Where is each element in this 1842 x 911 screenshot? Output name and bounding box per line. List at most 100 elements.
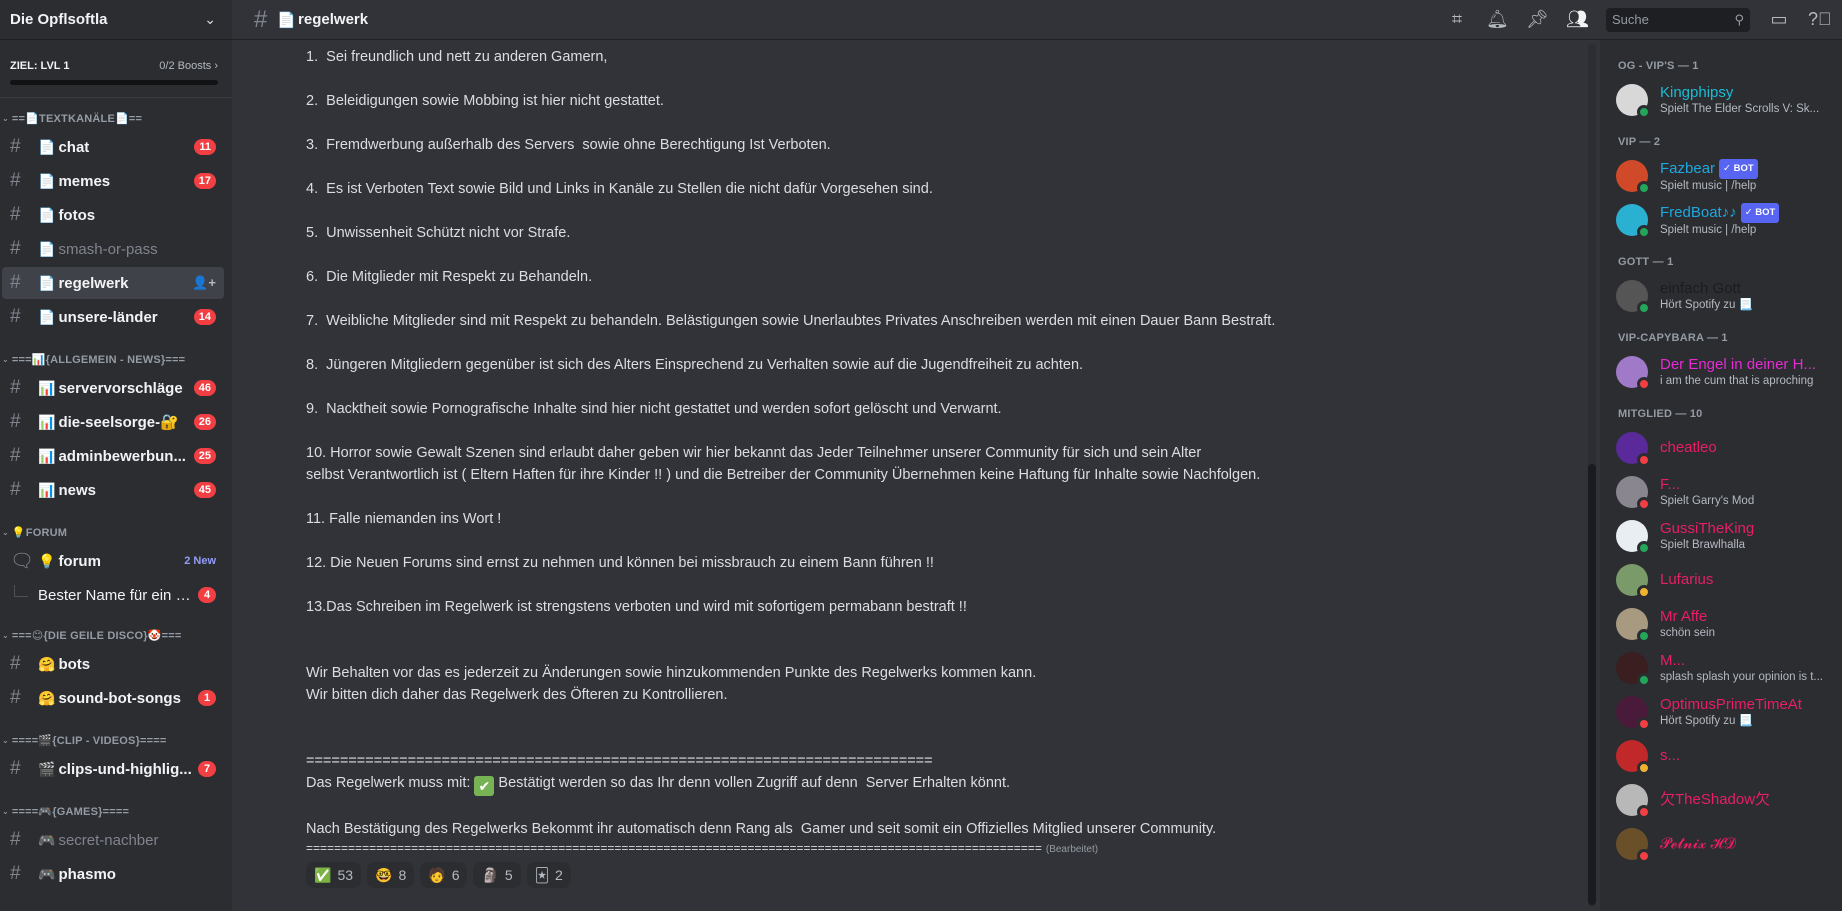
main-content: # 📄 regelwerk ⌗ 🔔︎ 📌︎ 👥︎ ⚲ ▭ ?⃝ 1. Sei f… [232,0,1842,911]
channel-fotos[interactable]: # 📄 fotos [2,199,224,231]
member-item[interactable]: Der Engel in deiner H... i am the cum tha… [1616,350,1834,394]
bell-icon[interactable]: 🔔︎ [1486,9,1509,30]
member-item[interactable]: 欠TheShadow欠 [1616,778,1834,822]
add-member-icon[interactable]: 👤+ [192,275,216,291]
channel-name: chat [58,138,90,156]
member-list: OG - VIP'S — 1 Kingphipsy Spielt The Elder… [1600,40,1842,911]
member-info: FredBoat♪♪ ✓ BOT Spielt music | /help [1660,202,1834,238]
member-name: einfach Gott [1660,280,1834,298]
category-header[interactable]: ⌄ 💡FORUM [0,508,224,543]
member-item[interactable]: OptimusPrimeTimeAt Hört Spotify zu 📃 [1616,690,1834,734]
avatar [1616,828,1651,863]
help-icon[interactable]: ?⃝ [1808,9,1832,30]
boost-progress[interactable]: ZIEL: LVL 1 0/2 Boosts › [0,40,232,98]
member-activity: schön sein [1660,626,1715,639]
member-item[interactable]: Kingphipsy Spielt The Elder Scrolls V: Sk… [1616,78,1834,122]
scrollbar-thumb[interactable] [1588,464,1596,905]
category-label: ====🎬{CLIP - VIDEOS}==== [11,735,167,747]
status-dnd-icon [1637,805,1651,819]
member-item[interactable]: einfach Gott Hört Spotify zu 📃 [1616,274,1834,318]
member-item[interactable]: s... [1616,734,1834,778]
channel-clips-und-highlig[interactable]: # 🎬 clips-und-highlig... 7 [2,753,224,785]
channel-sound-bot-songs[interactable]: # 🤗 sound-bot-songs 1 [2,682,224,714]
mention-badge: 4 [198,587,216,603]
channel-phasmo[interactable]: # 🎮 phasmo [2,858,224,890]
reaction-button[interactable]: ✅ 53 [306,862,362,888]
member-name: OptimusPrimeTimeAt [1660,696,1834,714]
channel-adminbewerbun[interactable]: # 📊 adminbewerbun... 25 [2,440,224,472]
boost-count[interactable]: 0/2 Boosts › [159,60,218,72]
channel-regelwerk[interactable]: # 📄 regelwerk 👤+ [2,267,224,299]
discord-app: Die Opflsoftla ⌄ ZIEL: LVL 1 0/2 Boosts … [0,0,1842,911]
channel-name: news [58,481,96,499]
channel-news[interactable]: # 📊 news 45 [2,474,224,506]
channel-forum[interactable]: 🗨︎ 💡 forum 2 New [2,545,224,577]
status-online-icon [1637,673,1651,687]
forum-thread[interactable]: Bester Name für ein B... 4 [0,579,224,611]
member-name-text: M... [1660,651,1685,669]
reaction-button[interactable]: 🗿 5 [473,862,521,888]
search-input[interactable] [1612,12,1722,27]
member-name-text: Mr Affe [1660,607,1708,625]
category-header[interactable]: ⌄ ===😊{DIE GEILE DISCO}🤡=== [0,611,224,646]
reaction-button[interactable]: 🧑 6 [420,862,468,888]
channel-unsere-länder[interactable]: # 📄 unsere-länder 14 [2,301,224,333]
channel-die-seelsorge-[interactable]: # 📊 die-seelsorge-🔐 26 [2,406,224,438]
edited-label: (Bearbeitet) [1045,844,1099,855]
channel-name: phasmo [58,865,116,883]
member-item[interactable]: Fazbear ✓ BOT Spielt music | /help [1616,154,1834,198]
channel-title: regelwerk [298,11,369,28]
search-icon[interactable]: ⚲ [1734,12,1744,28]
reaction-button[interactable]: 🤓 8 [367,862,415,888]
member-item[interactable]: Mr Affe schön sein [1616,602,1834,646]
channel-chat[interactable]: # 📄 chat 11 [2,131,224,163]
channel-name: sound-bot-songs [58,689,181,707]
member-item[interactable]: Lufarius [1616,558,1834,602]
member-item[interactable]: FredBoat♪♪ ✓ BOT Spielt music | /help [1616,198,1834,242]
scrollbar[interactable] [1588,44,1596,907]
inbox-icon[interactable]: ▭ [1768,9,1790,30]
member-info: Lufarius [1660,571,1834,589]
member-group-header: VIP — 2 [1618,136,1661,148]
message-line: 9. Nacktheit sowie Pornografische Inhalt… [306,401,1002,417]
channel-bots[interactable]: # 🤗 bots [2,648,224,680]
member-info: Mr Affe schön sein [1660,608,1834,641]
category-header[interactable]: ⌄ ====🎮{GAMES}==== [0,787,224,822]
channel-emoji: 📊 [38,447,56,464]
category-header[interactable]: ⌄ ====🎬{CLIP - VIDEOS}==== [0,716,224,751]
member-name-text: Kingphipsy [1660,83,1734,101]
member-item[interactable]: M... splash splash your opinion is t... [1616,646,1834,690]
member-activity: Spielt Garry's Mod [1660,494,1755,507]
channel-emoji: 💡 [38,552,56,569]
category-header[interactable]: ⌄ ===📊{ALLGEMEIN - NEWS}=== [0,335,224,370]
channel-servervorschläge[interactable]: # 📊 servervorschläge 46 [2,372,224,404]
channel-emoji: 📄 [38,308,56,325]
pin-icon[interactable]: 📌︎ [1526,9,1549,30]
text-channel-icon: # [10,758,21,779]
channel-memes[interactable]: # 📄 memes 17 [2,165,224,197]
chevron-down-icon[interactable]: ⌄ [204,11,216,28]
reaction-button[interactable]: 🃏 2 [526,862,571,888]
channel-emoji: 📄 [38,138,56,155]
channel-emoji: 📊 [38,481,56,498]
channel-smash-or-pass[interactable]: # 📄 smash-or-pass [2,233,224,265]
member-item[interactable]: 𝓟𝓮𝓽𝓷𝓲𝔁 𝓗𝓓 [1616,822,1834,866]
channel-emoji: 📄 [38,274,56,291]
member-item[interactable]: cheatleo [1616,426,1834,470]
category-header[interactable]: ⌄ ==📄TEXTKANÄLE📄== [0,106,224,129]
channel-secret-nachber[interactable]: # 🎮 secret-nachber [2,824,224,856]
channel-list: ⌄ ==📄TEXTKANÄLE📄== # 📄 chat 11 # 📄 memes 17 # 📄 foto… [0,98,232,911]
server-header[interactable]: Die Opflsoftla ⌄ [0,0,232,40]
member-item[interactable]: GussiTheKing Spielt Brawlhalla [1616,514,1834,558]
member-name: s... [1660,747,1834,765]
avatar [1616,204,1651,239]
member-name-text: OptimusPrimeTimeAt [1660,695,1802,713]
search-box[interactable]: ⚲ [1606,7,1750,32]
members-icon[interactable]: 👥︎ [1566,9,1589,30]
threads-icon[interactable]: ⌗ [1446,9,1468,30]
member-item[interactable]: F... Spielt Garry's Mod [1616,470,1834,514]
channel-emoji: 📊 [38,379,56,396]
avatar [1616,608,1651,643]
